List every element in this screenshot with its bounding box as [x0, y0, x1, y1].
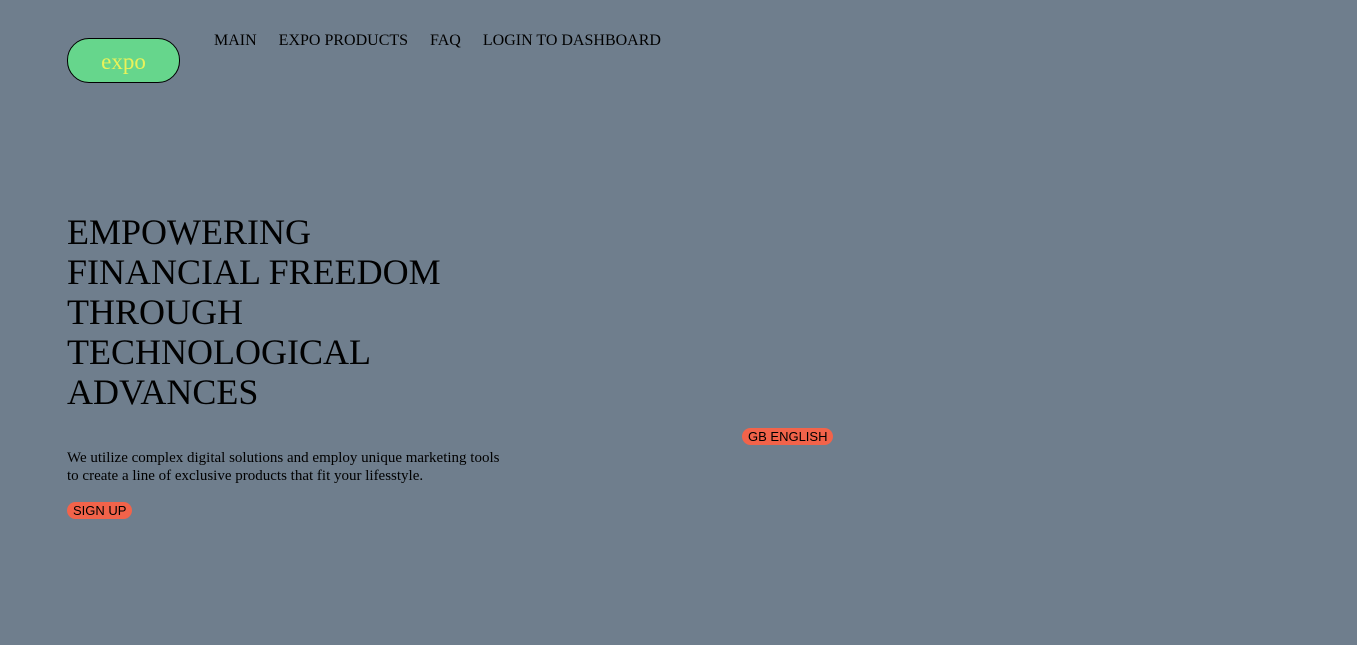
nav-item-main[interactable]: MAIN: [214, 32, 257, 50]
hero-title: EMPOWERING FINANCIAL FREEDOM THROUGH TEC…: [67, 212, 507, 412]
hero-description: We utilize complex digital solutions and…: [67, 450, 500, 484]
language-selector-button[interactable]: GB ENGLISH: [742, 428, 834, 445]
nav-item-faq[interactable]: FAQ: [430, 32, 461, 50]
main-nav: MAIN EXPO PRODUCTS FAQ LOGIN TO DASHBOAR…: [214, 32, 683, 50]
nav-item-login-to-dashboard[interactable]: LOGIN TO DASHBOARD: [483, 32, 661, 50]
logo[interactable]: expo: [67, 38, 180, 83]
sign-up-button[interactable]: SIGN UP: [67, 502, 133, 519]
hero-title-line: EMPOWERING: [67, 212, 311, 252]
hero-title-line: THROUGH: [67, 292, 243, 332]
hero-title-line: FINANCIAL FREEDOM: [67, 252, 441, 292]
hero-title-line: TECHNOLOGICAL: [67, 332, 371, 372]
nav-item-expo-products[interactable]: EXPO PRODUCTS: [279, 32, 408, 50]
logo-text: expo: [101, 49, 146, 74]
hero-title-line: ADVANCES: [67, 372, 259, 412]
